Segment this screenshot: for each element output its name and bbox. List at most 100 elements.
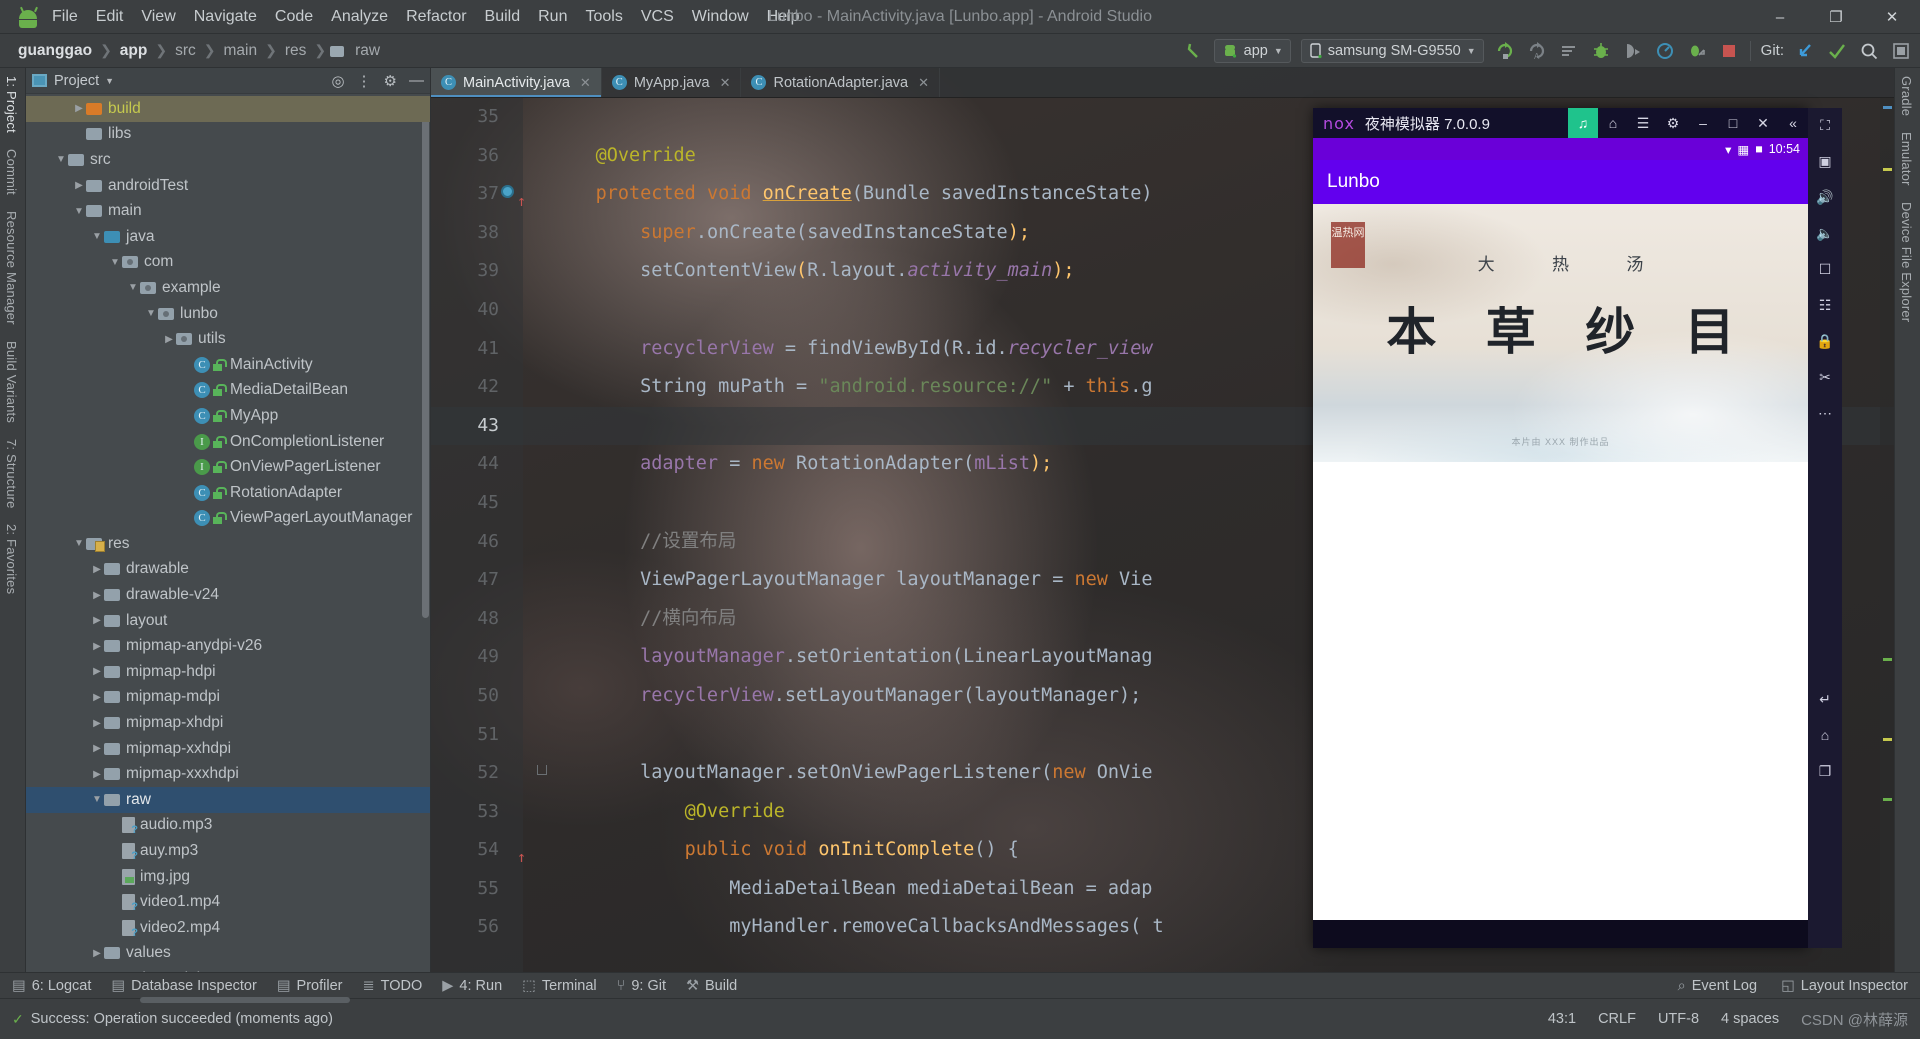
- tree-row[interactable]: ▼ raw: [26, 787, 430, 813]
- tree-row[interactable]: ▸ img.jpg: [26, 864, 430, 890]
- breadcrumb-item-project[interactable]: guanggao: [14, 42, 96, 60]
- more-icon[interactable]: ⋯: [1812, 402, 1838, 424]
- rail-item-commit[interactable]: Commit: [0, 141, 23, 203]
- chevron-right-icon[interactable]: ▶: [90, 743, 104, 754]
- tree-row[interactable]: ▶ mipmap-anydpi-v26: [26, 633, 430, 659]
- tree-row[interactable]: ▸C MediaDetailBean: [26, 378, 430, 404]
- tree-row[interactable]: ▸ auy.mp3: [26, 838, 430, 864]
- tree-row[interactable]: ▸C MyApp: [26, 403, 430, 429]
- tree-row[interactable]: ▶ mipmap-mdpi: [26, 685, 430, 711]
- editor-tab[interactable]: C MyApp.java ✕: [602, 68, 742, 97]
- chevron-right-icon[interactable]: ▶: [72, 180, 86, 191]
- chevron-right-icon[interactable]: ▶: [90, 615, 104, 626]
- chevron-right-icon[interactable]: ▶: [90, 692, 104, 703]
- volume-up-icon[interactable]: 🔊: [1812, 186, 1838, 208]
- home-icon[interactable]: ⌂: [1812, 724, 1838, 746]
- chevron-right-icon[interactable]: ▶: [72, 103, 86, 114]
- menu-item-view[interactable]: View: [141, 8, 175, 26]
- run-with-coverage-icon[interactable]: [1558, 40, 1580, 62]
- maximize-icon[interactable]: □: [1718, 108, 1748, 138]
- tool-window-button[interactable]: ▤ Profiler: [277, 978, 343, 994]
- app-content[interactable]: 温热网 大 热 汤 本 草 纱 目 本片由 XXX 制作出品: [1313, 204, 1808, 920]
- indent-setting[interactable]: 4 spaces: [1721, 1011, 1779, 1027]
- tree-row[interactable]: ▼ main: [26, 198, 430, 224]
- chevron-down-icon[interactable]: ▼: [144, 308, 158, 319]
- editor-tab-bar[interactable]: C MainActivity.java ✕ C MyApp.java ✕ C Rotation…: [431, 68, 1894, 98]
- settings-icon[interactable]: ⚙: [1658, 108, 1688, 138]
- screenshot-icon[interactable]: ▣: [1812, 150, 1838, 172]
- settings-icon[interactable]: ⚙: [384, 72, 397, 90]
- editor-marker-strip[interactable]: [1880, 98, 1894, 988]
- git-commit-icon[interactable]: [1826, 40, 1848, 62]
- tree-row[interactable]: ▸I OnCompletionListener: [26, 429, 430, 455]
- tool-window-button[interactable]: ▶ 4: Run: [442, 978, 502, 994]
- tool-window-button[interactable]: ⑂ 9: Git: [617, 978, 666, 994]
- collapse-icon[interactable]: «: [1778, 108, 1808, 138]
- back-arrow-icon[interactable]: [1182, 40, 1204, 62]
- fullscreen-icon[interactable]: ⛶: [1812, 114, 1838, 136]
- collapse-all-icon[interactable]: ⋮: [357, 72, 372, 90]
- chevron-right-icon[interactable]: ▶: [90, 769, 104, 780]
- tree-row[interactable]: ▶ utils: [26, 326, 430, 352]
- breadcrumb-item-res[interactable]: res: [281, 42, 311, 60]
- chevron-down-icon[interactable]: ▼: [126, 282, 140, 293]
- chevron-right-icon[interactable]: ▶: [90, 718, 104, 729]
- apk-install-icon[interactable]: ☷: [1812, 294, 1838, 316]
- maximize-button[interactable]: ❐: [1808, 0, 1864, 34]
- tree-row[interactable]: ▸C ViewPagerLayoutManager: [26, 506, 430, 532]
- tree-row[interactable]: ▶ mipmap-xxhdpi: [26, 736, 430, 762]
- tree-row[interactable]: ▸C RotationAdapter: [26, 480, 430, 506]
- rail-item-structure[interactable]: 7: Structure: [0, 431, 23, 517]
- menu-item-vcs[interactable]: VCS: [641, 8, 674, 26]
- chevron-down-icon[interactable]: ▼: [54, 154, 68, 165]
- chevron-down-icon[interactable]: ▼: [90, 794, 104, 805]
- chevron-right-icon[interactable]: ▶: [90, 564, 104, 575]
- chevron-right-icon[interactable]: ▶: [90, 948, 104, 959]
- tree-row[interactable]: ▶ androidTest: [26, 173, 430, 199]
- volume-down-icon[interactable]: 🔈: [1812, 222, 1838, 244]
- back-icon[interactable]: ↵: [1812, 688, 1838, 710]
- tool-window-button[interactable]: ⬚ Terminal: [522, 978, 597, 994]
- device-selector[interactable]: samsung SM-G9550 ▼: [1300, 38, 1484, 63]
- recents-icon[interactable]: ❐: [1812, 760, 1838, 782]
- tool-window-button[interactable]: ▤ 6: Logcat: [12, 978, 91, 994]
- nox-window-controls[interactable]: ♫ ⌂ ☰ ⚙ – □ ✕ «: [1568, 108, 1808, 138]
- git-update-icon[interactable]: [1794, 40, 1816, 62]
- project-tree[interactable]: ▶ build ▸ libs ▼ src ▶ androidTest ▼ main ▼ java ▼ co…: [26, 94, 430, 988]
- breadcrumb[interactable]: guanggao ❯ app ❯ src ❯ main ❯ res ❯ raw: [0, 42, 384, 60]
- tree-row[interactable]: ▸ video1.mp4: [26, 889, 430, 915]
- attach-debugger-icon[interactable]: [1622, 40, 1644, 62]
- tool-window-button[interactable]: ≣ TODO: [362, 978, 422, 994]
- tree-row[interactable]: ▶ drawable: [26, 557, 430, 583]
- tool-window-bar[interactable]: ▤ 6: Logcat ▤ Database Inspector ▤ Profiler ≣ T…: [0, 972, 1920, 998]
- menu-item-file[interactable]: File: [52, 8, 78, 26]
- breadcrumb-item-app[interactable]: app: [116, 42, 152, 60]
- editor-tab[interactable]: C MainActivity.java ✕: [431, 68, 602, 97]
- minimize-icon[interactable]: –: [1688, 108, 1718, 138]
- rail-item-project[interactable]: 1: Project: [0, 68, 23, 141]
- chevron-down-icon[interactable]: ▼: [72, 206, 86, 217]
- menu-item-window[interactable]: Window: [692, 8, 749, 26]
- close-icon[interactable]: ✕: [720, 75, 731, 91]
- apply-changes-icon[interactable]: [1686, 40, 1708, 62]
- scissors-icon[interactable]: ✂: [1812, 366, 1838, 388]
- close-icon[interactable]: ✕: [1748, 108, 1778, 138]
- line-separator[interactable]: CRLF: [1598, 1011, 1636, 1027]
- rail-item-build-variants[interactable]: Build Variants: [0, 333, 23, 431]
- rail-item-resource-manager[interactable]: Resource Manager: [0, 203, 23, 333]
- search-everywhere-icon[interactable]: [1858, 40, 1880, 62]
- tree-row[interactable]: ▶ build: [26, 96, 430, 122]
- tree-row[interactable]: ▼ com: [26, 250, 430, 276]
- menu-item-tools[interactable]: Tools: [585, 8, 622, 26]
- settings-icon[interactable]: [1890, 40, 1912, 62]
- caret-position[interactable]: 43:1: [1548, 1011, 1576, 1027]
- chevron-right-icon[interactable]: ▶: [90, 590, 104, 601]
- rail-item-device-file-explorer[interactable]: Device File Explorer: [1895, 194, 1918, 330]
- hide-icon[interactable]: —: [409, 72, 424, 89]
- banner-image[interactable]: 温热网 大 热 汤 本 草 纱 目 本片由 XXX 制作出品: [1313, 204, 1808, 462]
- close-icon[interactable]: ✕: [918, 75, 929, 91]
- minimize-button[interactable]: –: [1752, 0, 1808, 34]
- tree-row[interactable]: ▶ mipmap-hdpi: [26, 659, 430, 685]
- menu-item-build[interactable]: Build: [485, 8, 521, 26]
- gutter-marks[interactable]: ↑: [501, 183, 547, 210]
